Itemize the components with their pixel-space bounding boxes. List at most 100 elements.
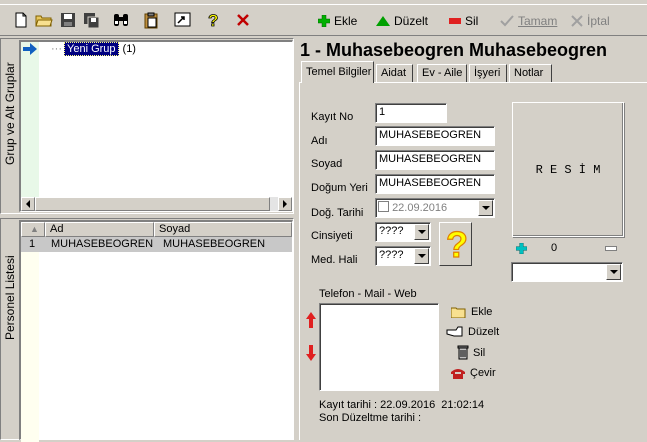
modified-date: Son Düzeltme tarihi :: [319, 412, 422, 424]
dogum-tarihi-value: 22.09.2016: [392, 202, 448, 214]
contact-edit-button[interactable]: Düzelt: [446, 326, 499, 338]
adi-field[interactable]: MUHASEBEOGREN: [375, 126, 495, 146]
tree-item[interactable]: ··· Yeni Grup (1): [23, 42, 136, 56]
open-folder-icon[interactable]: [33, 9, 55, 31]
scroll-right-button[interactable]: [278, 197, 292, 211]
photo-remove-button[interactable]: [605, 246, 617, 251]
cinsiyet-value: ????: [379, 225, 404, 237]
edit-button-label: Düzelt: [394, 14, 429, 28]
scroll-thumb[interactable]: [35, 197, 270, 211]
export-icon[interactable]: [171, 9, 193, 31]
photo-select[interactable]: [511, 262, 623, 282]
triangle-up-icon: [376, 16, 390, 26]
minus-icon: [449, 18, 461, 24]
hand-pointer-icon: [446, 326, 463, 337]
tree-item-label: Yeni Grup: [64, 42, 119, 56]
arrow-down-icon: [306, 345, 316, 361]
kayit-no-field[interactable]: 1: [375, 103, 447, 123]
row-ad: MUHASEBEOGREN: [51, 238, 154, 250]
delete-button-label: Sil: [465, 14, 479, 28]
label-cinsiyet: Cinsiyeti: [311, 230, 353, 242]
photo-label: R E S İ M: [535, 162, 601, 177]
plus-icon: [515, 242, 528, 255]
tab-notlar[interactable]: Notlar: [509, 64, 552, 82]
arrow-right-icon: [23, 43, 37, 55]
tab-isyeri[interactable]: İşyeri: [469, 64, 507, 82]
grid-corner: ▲: [21, 222, 45, 237]
clipboard-icon[interactable]: [140, 9, 162, 31]
scroll-left-button[interactable]: [21, 197, 35, 211]
record-title: 1 - Muhasebeogren Muhasebeogren: [300, 40, 608, 60]
dogum-tarihi-picker[interactable]: 22.09.2016: [375, 198, 495, 218]
tab-aidat[interactable]: Aidat: [376, 64, 413, 82]
contact-add-button[interactable]: Ekle: [451, 306, 492, 318]
groups-hscrollbar[interactable]: [21, 197, 292, 211]
move-down-button[interactable]: [306, 345, 316, 364]
med-hali-dropdown-button[interactable]: [414, 248, 429, 264]
question-mark-icon: ?: [445, 226, 467, 262]
dogum-yeri-field[interactable]: MUHASEBEOGREN: [375, 174, 495, 194]
contact-dial-button[interactable]: Çevir: [450, 367, 496, 379]
label-adi: Adı: [311, 135, 328, 147]
photo-area[interactable]: R E S İ M: [512, 102, 624, 237]
row-number: 1: [29, 238, 36, 250]
row-soyad: MUHASEBEOGREN: [163, 238, 266, 250]
delete-button[interactable]: Sil: [449, 12, 478, 30]
photo-add-button[interactable]: [515, 242, 528, 257]
contact-delete-button[interactable]: Sil: [457, 345, 485, 360]
svg-text:?: ?: [208, 11, 218, 29]
telephone-icon: [451, 369, 465, 379]
ok-button[interactable]: Tamam: [500, 12, 557, 30]
help-button[interactable]: ?: [439, 222, 472, 266]
dogum-tarihi-checkbox[interactable]: [378, 201, 389, 212]
plus-icon: [318, 15, 330, 27]
personnel-grid[interactable]: ▲ Ad Soyad 1 MUHASEBEOGREN MUHASEBEOGREN: [19, 220, 293, 442]
label-kayit-no: Kayıt No: [311, 111, 354, 123]
label-med-hali: Med. Hali: [311, 254, 358, 266]
binoculars-icon[interactable]: [110, 9, 132, 31]
contact-edit-label: Düzelt: [468, 326, 500, 338]
cinsiyet-dropdown-button[interactable]: [414, 224, 429, 240]
close-icon[interactable]: [232, 9, 254, 31]
label-soyad: Soyad: [311, 158, 343, 170]
column-header-soyad[interactable]: Soyad: [154, 222, 292, 237]
photo-dropdown-button[interactable]: [606, 264, 621, 280]
ok-button-label: Tamam: [518, 14, 558, 28]
groups-panel-title: Grup ve Alt Gruplar: [3, 62, 17, 165]
med-hali-select[interactable]: ????: [375, 246, 431, 266]
med-hali-value: ????: [379, 249, 404, 261]
label-dogum-yeri: Doğum Yeri: [311, 182, 368, 194]
cinsiyet-select[interactable]: ????: [375, 222, 431, 242]
personnel-panel-title: Personel Listesi: [3, 255, 17, 340]
help-icon[interactable]: ?: [202, 9, 224, 31]
move-up-button[interactable]: [306, 312, 316, 331]
tab-temel-bilgiler[interactable]: Temel Bilgiler: [301, 61, 374, 83]
soyad-field[interactable]: MUHASEBEOGREN: [375, 150, 495, 170]
date-dropdown-button[interactable]: [478, 200, 493, 216]
tree-item-count: (1): [122, 43, 136, 55]
arrow-up-icon: [306, 312, 316, 328]
created-date: Kayıt tarihi : 22.09.2016 21:02:14: [319, 399, 485, 411]
groups-tree[interactable]: ··· Yeni Grup (1): [19, 40, 293, 212]
contact-add-label: Ekle: [471, 306, 493, 318]
new-document-icon[interactable]: [10, 9, 32, 31]
contact-list[interactable]: [319, 303, 439, 391]
checkmark-icon: [500, 15, 514, 27]
cancel-button[interactable]: İptal: [571, 12, 610, 30]
edit-button[interactable]: Düzelt: [376, 12, 428, 30]
cancel-button-label: İptal: [587, 14, 610, 28]
label-dogum-tarihi: Doğ. Tarihi: [311, 207, 364, 219]
add-button[interactable]: Ekle: [318, 12, 357, 30]
photo-counter: 0: [551, 242, 558, 254]
folder-icon: [451, 307, 466, 318]
contact-dial-label: Çevir: [470, 367, 496, 379]
save-all-icon[interactable]: [80, 9, 102, 31]
add-button-label: Ekle: [334, 14, 358, 28]
column-header-ad[interactable]: Ad: [45, 222, 154, 237]
x-icon: [571, 15, 583, 27]
contact-title: Telefon - Mail - Web: [319, 288, 417, 300]
save-icon[interactable]: [57, 9, 79, 31]
tab-ev-aile[interactable]: Ev - Aile: [417, 64, 467, 82]
contact-delete-label: Sil: [473, 346, 486, 359]
table-row[interactable]: 1 MUHASEBEOGREN MUHASEBEOGREN: [21, 237, 292, 252]
